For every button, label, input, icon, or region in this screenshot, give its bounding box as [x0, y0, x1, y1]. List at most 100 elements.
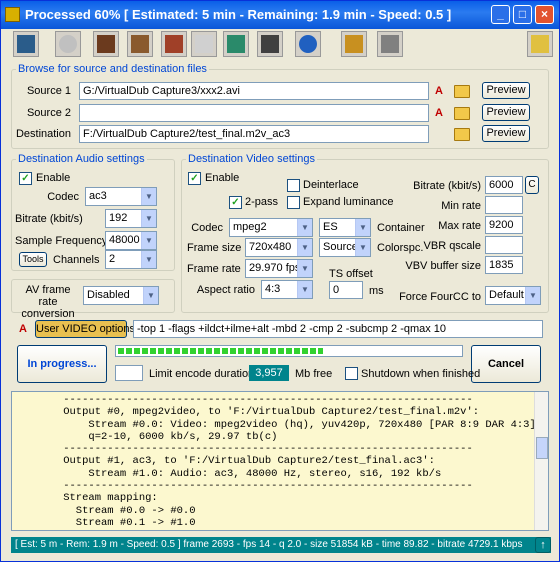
user-video-options-button[interactable]: User VIDEO options > [35, 320, 145, 338]
channels-select[interactable]: 2 ▼ [105, 250, 157, 269]
video-group-title: Destination Video settings [186, 153, 317, 165]
film-icon[interactable] [13, 31, 39, 57]
chevron-down-icon: ▼ [297, 281, 312, 298]
free-space-value: 3,957 [249, 365, 289, 381]
toolbar [5, 31, 557, 61]
progress-bar [115, 345, 463, 357]
status-text: [ Est: 5 m - Rem: 1.9 m - Speed: 0.5 ] f… [15, 539, 523, 550]
vbv-buffer-label: VBV buffer size [405, 260, 481, 272]
refresh-icon[interactable] [295, 31, 321, 57]
source2-preview-button[interactable]: Preview [482, 104, 530, 121]
vbr-qscale-label: VBR qscale [423, 240, 481, 252]
video-strip3-icon[interactable] [161, 31, 187, 57]
chart-icon[interactable] [223, 31, 249, 57]
edit-icon[interactable] [191, 31, 217, 57]
font-icon[interactable]: A [431, 83, 447, 99]
audio-enable-label: Enable [36, 172, 71, 184]
title-bar[interactable]: Processed 60% [ Estimated: 5 min - Remai… [1, 1, 559, 29]
aspect-ratio-select[interactable]: 4:3 ▼ [261, 280, 313, 299]
audio-codec-select[interactable]: ac3 ▼ [85, 187, 157, 206]
frame-size-select[interactable]: 720x480 ▼ [245, 238, 313, 257]
audio-bitrate-label: Bitrate (kbit/s) [15, 213, 83, 225]
font-icon[interactable]: A [15, 321, 31, 337]
destination-input[interactable]: F:/VirtualDub Capture2/test_final.m2v_ac… [79, 125, 429, 143]
log-scrollbar[interactable] [534, 392, 548, 530]
copy-icon[interactable] [257, 31, 283, 57]
source2-input[interactable] [79, 104, 429, 122]
minimize-button[interactable]: _ [491, 5, 510, 24]
fourcc-value: Default [489, 289, 524, 301]
expand-luminance-checkbox[interactable] [287, 196, 300, 209]
folder-open-icon[interactable] [454, 85, 470, 98]
source1-input[interactable]: G:/VirtualDub Capture3/xxx2.avi [79, 82, 429, 100]
files-group-title: Browse for source and destination files [16, 63, 209, 75]
frame-rate-label: Frame rate [187, 263, 241, 275]
constant-bitrate-button[interactable]: C [525, 176, 539, 194]
chevron-down-icon: ▼ [297, 260, 312, 277]
video-codec-select[interactable]: mpeg2 ▼ [229, 218, 313, 237]
colorspace-select[interactable]: Source ▼ [319, 238, 371, 257]
arrow-up-icon[interactable]: ↑ [535, 537, 551, 553]
help-icon[interactable] [527, 31, 553, 57]
status-bar: [ Est: 5 m - Rem: 1.9 m - Speed: 0.5 ] f… [11, 537, 551, 553]
video-codec-value: mpeg2 [233, 221, 267, 233]
source2-label: Source 2 [26, 107, 71, 119]
fourcc-select[interactable]: Default ▼ [485, 286, 541, 305]
frame-size-value: 720x480 [249, 241, 292, 253]
deinterlace-label: Deinterlace [303, 179, 359, 191]
av-rate-label: AV frame rate conversion [21, 284, 75, 320]
video-strip2-icon[interactable] [127, 31, 153, 57]
vbr-qscale-input[interactable] [485, 236, 523, 254]
cd-icon[interactable] [55, 31, 81, 57]
in-progress-button[interactable]: In progress... [17, 345, 107, 383]
maximize-button[interactable]: □ [513, 5, 532, 24]
frame-rate-select[interactable]: 29.970 fps ▼ [245, 259, 313, 278]
chevron-down-icon: ▼ [297, 219, 312, 236]
channels-label: Channels [53, 254, 100, 266]
ms-label: ms [369, 285, 384, 297]
close-button[interactable]: × [535, 5, 554, 24]
log-output[interactable]: ----------------------------------------… [11, 391, 549, 531]
tools-button[interactable]: Tools [19, 252, 47, 267]
max-rate-input[interactable]: 9200 [485, 216, 523, 234]
aspect-ratio-value: 4:3 [265, 283, 281, 295]
video-bitrate-label: Bitrate (kbit/s) [413, 180, 481, 192]
container-value: ES [323, 221, 338, 233]
window-title: Processed 60% [ Estimated: 5 min - Remai… [25, 7, 452, 22]
audio-enable-checkbox[interactable]: ✓ [19, 172, 32, 185]
chevron-down-icon: ▼ [141, 210, 156, 227]
container-select[interactable]: ES ▼ [319, 218, 371, 237]
video-bitrate-input[interactable]: 6000 [485, 176, 523, 194]
vbv-buffer-input[interactable]: 1835 [485, 256, 523, 274]
cancel-button[interactable]: Cancel [471, 345, 541, 383]
two-pass-label: 2-pass [245, 196, 279, 208]
audio-bitrate-select[interactable]: 192 ▼ [105, 209, 157, 228]
colorspace-value: Source [323, 241, 358, 253]
video-strip-icon[interactable] [93, 31, 119, 57]
deinterlace-checkbox[interactable] [287, 179, 300, 192]
audio-codec-label: Codec [47, 191, 79, 203]
limit-duration-label: Limit encode duration [149, 368, 255, 380]
av-rate-select[interactable]: Disabled ▼ [83, 286, 159, 305]
user-video-options-input[interactable]: -top 1 -flags +ildct+ilme+alt -mbd 2 -cm… [133, 320, 543, 338]
scrollbar-thumb[interactable] [536, 437, 548, 459]
shutdown-label: Shutdown when finished [361, 368, 481, 380]
two-pass-checkbox[interactable]: ✓ [229, 196, 242, 209]
min-rate-input[interactable] [485, 196, 523, 214]
destination-preview-button[interactable]: Preview [482, 125, 530, 142]
source1-label: Source 1 [26, 85, 71, 97]
chevron-down-icon: ▼ [143, 287, 158, 304]
sample-frequency-select[interactable]: 48000 ▼ [105, 231, 157, 250]
limit-duration-input[interactable] [115, 365, 143, 381]
main-window: Processed 60% [ Estimated: 5 min - Remai… [0, 0, 560, 562]
folder-open-icon[interactable] [454, 107, 470, 120]
settings-icon[interactable] [377, 31, 403, 57]
source1-preview-button[interactable]: Preview [482, 82, 530, 99]
numbers-icon[interactable] [341, 31, 367, 57]
shutdown-checkbox[interactable] [345, 367, 358, 380]
font-icon[interactable]: A [431, 105, 447, 121]
video-enable-label: Enable [205, 172, 240, 184]
folder-open-icon[interactable] [454, 128, 470, 141]
ts-offset-input[interactable]: 0 [329, 281, 363, 299]
video-enable-checkbox[interactable]: ✓ [188, 172, 201, 185]
